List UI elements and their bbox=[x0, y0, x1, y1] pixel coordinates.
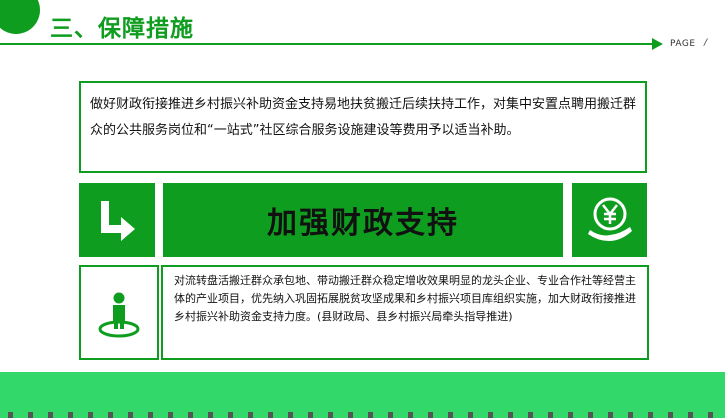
intro-text: 做好财政衔接推进乡村振兴补助资金支持易地扶贫搬迁后续扶持工作，对集中安置点聘用搬… bbox=[90, 97, 637, 138]
bottom-dot bbox=[88, 412, 93, 418]
bottom-dot bbox=[248, 412, 253, 418]
bottom-dot bbox=[268, 412, 273, 418]
detail-text: 对流转盘活搬迁群众承包地、带动搬迁群众稳定增收效果明显的龙头企业、专业合作社等经… bbox=[174, 274, 636, 323]
bottom-dot bbox=[448, 412, 453, 418]
bottom-dot bbox=[28, 412, 33, 418]
bottom-dot bbox=[428, 412, 433, 418]
bottom-dot bbox=[208, 412, 213, 418]
person-icon-box bbox=[79, 265, 159, 360]
bottom-dot bbox=[548, 412, 553, 418]
bottom-dot bbox=[508, 412, 513, 418]
bottom-dot bbox=[348, 412, 353, 418]
bottom-dot bbox=[708, 412, 713, 418]
header-arrow-icon bbox=[652, 38, 663, 50]
bottom-dot bbox=[108, 412, 113, 418]
bottom-dot bbox=[328, 412, 333, 418]
page-title: 三、保障措施 bbox=[50, 16, 194, 42]
turn-arrow-icon bbox=[101, 201, 135, 241]
bottom-dot bbox=[168, 412, 173, 418]
bottom-dot bbox=[148, 412, 153, 418]
bottom-dot bbox=[368, 412, 373, 418]
bottom-dot bbox=[8, 412, 13, 418]
bottom-dot bbox=[68, 412, 73, 418]
bottom-dot bbox=[488, 412, 493, 418]
header-divider-line bbox=[0, 43, 652, 45]
yuan-coin-hand-icon bbox=[588, 197, 632, 241]
bottom-dot bbox=[188, 412, 193, 418]
bottom-dot bbox=[128, 412, 133, 418]
bottom-dot bbox=[588, 412, 593, 418]
bottom-dot bbox=[388, 412, 393, 418]
bottom-dot bbox=[568, 412, 573, 418]
bottom-dot bbox=[468, 412, 473, 418]
bottom-dot bbox=[648, 412, 653, 418]
right-icon-box bbox=[572, 183, 647, 257]
page-number: / bbox=[704, 38, 708, 48]
person-location-icon bbox=[98, 292, 140, 338]
bottom-dot bbox=[528, 412, 533, 418]
left-icon-box bbox=[79, 183, 155, 257]
bottom-dot bbox=[668, 412, 673, 418]
bottom-dot bbox=[48, 412, 53, 418]
bottom-dots-decoration bbox=[8, 412, 713, 418]
bottom-dot bbox=[228, 412, 233, 418]
bottom-dot bbox=[408, 412, 413, 418]
page-label: PAGE bbox=[670, 39, 696, 49]
bottom-dot bbox=[608, 412, 613, 418]
bottom-dot bbox=[688, 412, 693, 418]
banner-title: 加强财政支持 bbox=[267, 206, 459, 241]
bottom-dot bbox=[288, 412, 293, 418]
header-circle-decoration bbox=[0, 0, 40, 34]
bottom-dot bbox=[308, 412, 313, 418]
bottom-dot bbox=[628, 412, 633, 418]
banner: 加强财政支持 bbox=[163, 183, 563, 257]
